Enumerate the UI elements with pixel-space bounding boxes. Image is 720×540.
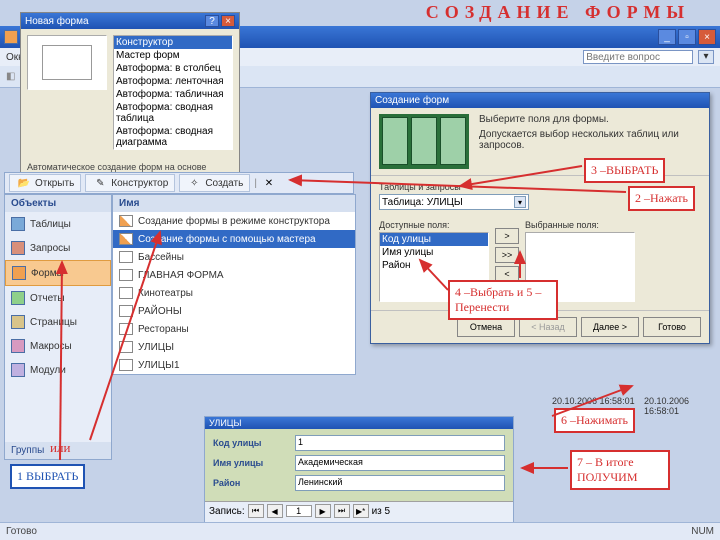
record-pos-input[interactable] bbox=[286, 505, 312, 517]
open-button[interactable]: 📂Открыть bbox=[9, 174, 81, 192]
list-item[interactable]: УЛИЦЫ bbox=[113, 338, 355, 356]
list-item[interactable]: РАЙОНЫ bbox=[113, 302, 355, 320]
move-all-right-button[interactable]: >> bbox=[495, 247, 519, 263]
dialog-help-button[interactable]: ? bbox=[205, 15, 219, 27]
object-list: Имя Создание формы в режиме конструктора… bbox=[112, 194, 356, 375]
list-item[interactable]: Рестораны bbox=[113, 320, 355, 338]
field-value[interactable]: 1 bbox=[295, 435, 505, 451]
status-bar: Готово NUM bbox=[0, 522, 720, 540]
list-item[interactable]: ГЛАВНАЯ ФОРМА bbox=[113, 266, 355, 284]
wizard-cancel-button[interactable]: Отмена bbox=[457, 317, 515, 337]
wizard-preview-image bbox=[379, 114, 469, 169]
constructor-button[interactable]: ✎Конструктор bbox=[85, 174, 175, 192]
list-item-create-wizard[interactable]: Создание формы с помощью мастера bbox=[113, 230, 355, 248]
slide-title: СОЗДАНИЕ ФОРМЫ bbox=[426, 2, 690, 23]
wizard-finish-button[interactable]: Готово bbox=[643, 317, 701, 337]
list-item[interactable]: Кинотеатры bbox=[113, 284, 355, 302]
status-num: NUM bbox=[691, 526, 714, 537]
field-label: Имя улицы bbox=[213, 458, 289, 468]
field-value[interactable]: Академическая bbox=[295, 455, 505, 471]
dialog-type-list[interactable]: Конструктор Мастер форм Автоформа: в сто… bbox=[113, 35, 233, 150]
wizard-title: Создание форм bbox=[371, 93, 709, 108]
toolbar-icon[interactable]: ◧ bbox=[6, 71, 15, 82]
annotation-6: 6 –Нажимать bbox=[554, 408, 635, 433]
annotation-1: 1 ВЫБРАТЬ bbox=[10, 464, 85, 489]
nav-new-button[interactable]: ▶* bbox=[353, 504, 369, 518]
nav-tables[interactable]: Таблицы bbox=[5, 212, 111, 236]
record-label: Запись: bbox=[209, 506, 245, 517]
annotation-2: 2 –Нажать bbox=[628, 186, 695, 211]
app-icon bbox=[4, 30, 18, 44]
close-button[interactable]: × bbox=[698, 29, 716, 45]
nav-queries[interactable]: Запросы bbox=[5, 236, 111, 260]
help-dropdown-button[interactable]: ▾ bbox=[698, 50, 714, 64]
field-label: Код улицы bbox=[213, 438, 289, 448]
list-option-pivotchart[interactable]: Автоформа: сводная диаграмма bbox=[114, 125, 232, 149]
dialog-close-button[interactable]: × bbox=[221, 15, 235, 27]
nav-forms[interactable]: Формы bbox=[5, 260, 111, 286]
record-total: из 5 bbox=[372, 506, 391, 517]
list-option-autocol[interactable]: Автоформа: в столбец bbox=[114, 62, 232, 75]
list-option-pivottable[interactable]: Автоформа: сводная таблица bbox=[114, 101, 232, 125]
wizard-tables-combo[interactable]: Таблица: УЛИЦЫ▾ bbox=[379, 194, 529, 210]
field-value[interactable]: Ленинский bbox=[295, 475, 505, 491]
nav-reports[interactable]: Отчеты bbox=[5, 286, 111, 310]
nav-pages[interactable]: Страницы bbox=[5, 310, 111, 334]
wizard-sel-label: Выбранные поля: bbox=[525, 220, 635, 230]
list-item[interactable]: УЛИЦЫ1 bbox=[113, 356, 355, 374]
result-form-title: УЛИЦЫ bbox=[205, 417, 513, 429]
move-right-button[interactable]: > bbox=[495, 228, 519, 244]
timestamp: 20.10.2006 16:58:01 bbox=[552, 396, 635, 406]
annotation-or: или bbox=[50, 440, 70, 456]
nav-panel: Объекты Таблицы Запросы Формы Отчеты Стр… bbox=[4, 194, 112, 460]
maximize-button[interactable]: ▫ bbox=[678, 29, 696, 45]
minimize-button[interactable]: _ bbox=[658, 29, 676, 45]
list-option-wizard[interactable]: Мастер форм bbox=[114, 49, 232, 62]
timestamp: 20.10.2006 16:58:01 bbox=[644, 396, 720, 416]
list-item-create-constructor[interactable]: Создание формы в режиме конструктора bbox=[113, 212, 355, 230]
result-form: УЛИЦЫ Код улицы1 Имя улицыАкадемическая … bbox=[204, 416, 514, 535]
db-toolbar: 📂Открыть ✎Конструктор ✧Создать | ✕ bbox=[4, 172, 354, 194]
list-option-autoband[interactable]: Автоформа: ленточная bbox=[114, 75, 232, 88]
list-option-autotable[interactable]: Автоформа: табличная bbox=[114, 88, 232, 101]
annotation-3: 3 –ВЫБРАТЬ bbox=[584, 158, 665, 183]
list-option-constructor[interactable]: Конструктор bbox=[114, 36, 232, 49]
field-label: Район bbox=[213, 478, 289, 488]
list-header: Имя bbox=[113, 195, 355, 212]
toolbar-sep: | bbox=[254, 178, 257, 189]
nav-last-button[interactable]: ⏭ bbox=[334, 504, 350, 518]
avail-field[interactable]: Имя улицы bbox=[380, 246, 488, 259]
status-ready: Готово bbox=[6, 526, 37, 537]
wizard-avail-label: Доступные поля: bbox=[379, 220, 489, 230]
dialog-preview bbox=[27, 35, 107, 90]
nav-next-button[interactable]: ▶ bbox=[315, 504, 331, 518]
new-form-dialog-title: Новая форма bbox=[25, 16, 89, 27]
list-item[interactable]: Бассейны bbox=[113, 248, 355, 266]
nav-prev-button[interactable]: ◀ bbox=[267, 504, 283, 518]
delete-icon[interactable]: ✕ bbox=[261, 175, 277, 191]
help-search-input[interactable] bbox=[583, 50, 693, 64]
chevron-down-icon[interactable]: ▾ bbox=[514, 196, 526, 208]
nav-modules[interactable]: Модули bbox=[5, 358, 111, 382]
wizard-back-button[interactable]: < Назад bbox=[519, 317, 577, 337]
wizard-intro: Выберите поля для формы. bbox=[479, 114, 701, 125]
annotation-7: 7 – В итоге ПОЛУЧИМ bbox=[570, 450, 670, 490]
nav-header: Объекты bbox=[5, 195, 111, 212]
record-navigator: Запись: ⏮ ◀ ▶ ⏭ ▶* из 5 bbox=[205, 501, 513, 520]
nav-macros[interactable]: Макросы bbox=[5, 334, 111, 358]
wizard-next-button[interactable]: Далее > bbox=[581, 317, 639, 337]
annotation-4-5: 4 –Выбрать и 5 –Перенести bbox=[448, 280, 558, 320]
avail-field[interactable]: Район bbox=[380, 259, 488, 272]
create-button[interactable]: ✧Создать bbox=[179, 174, 250, 192]
nav-first-button[interactable]: ⏮ bbox=[248, 504, 264, 518]
avail-field[interactable]: Код улицы bbox=[380, 233, 488, 246]
wizard-intro2: Допускается выбор нескольких таблиц или … bbox=[479, 129, 701, 151]
